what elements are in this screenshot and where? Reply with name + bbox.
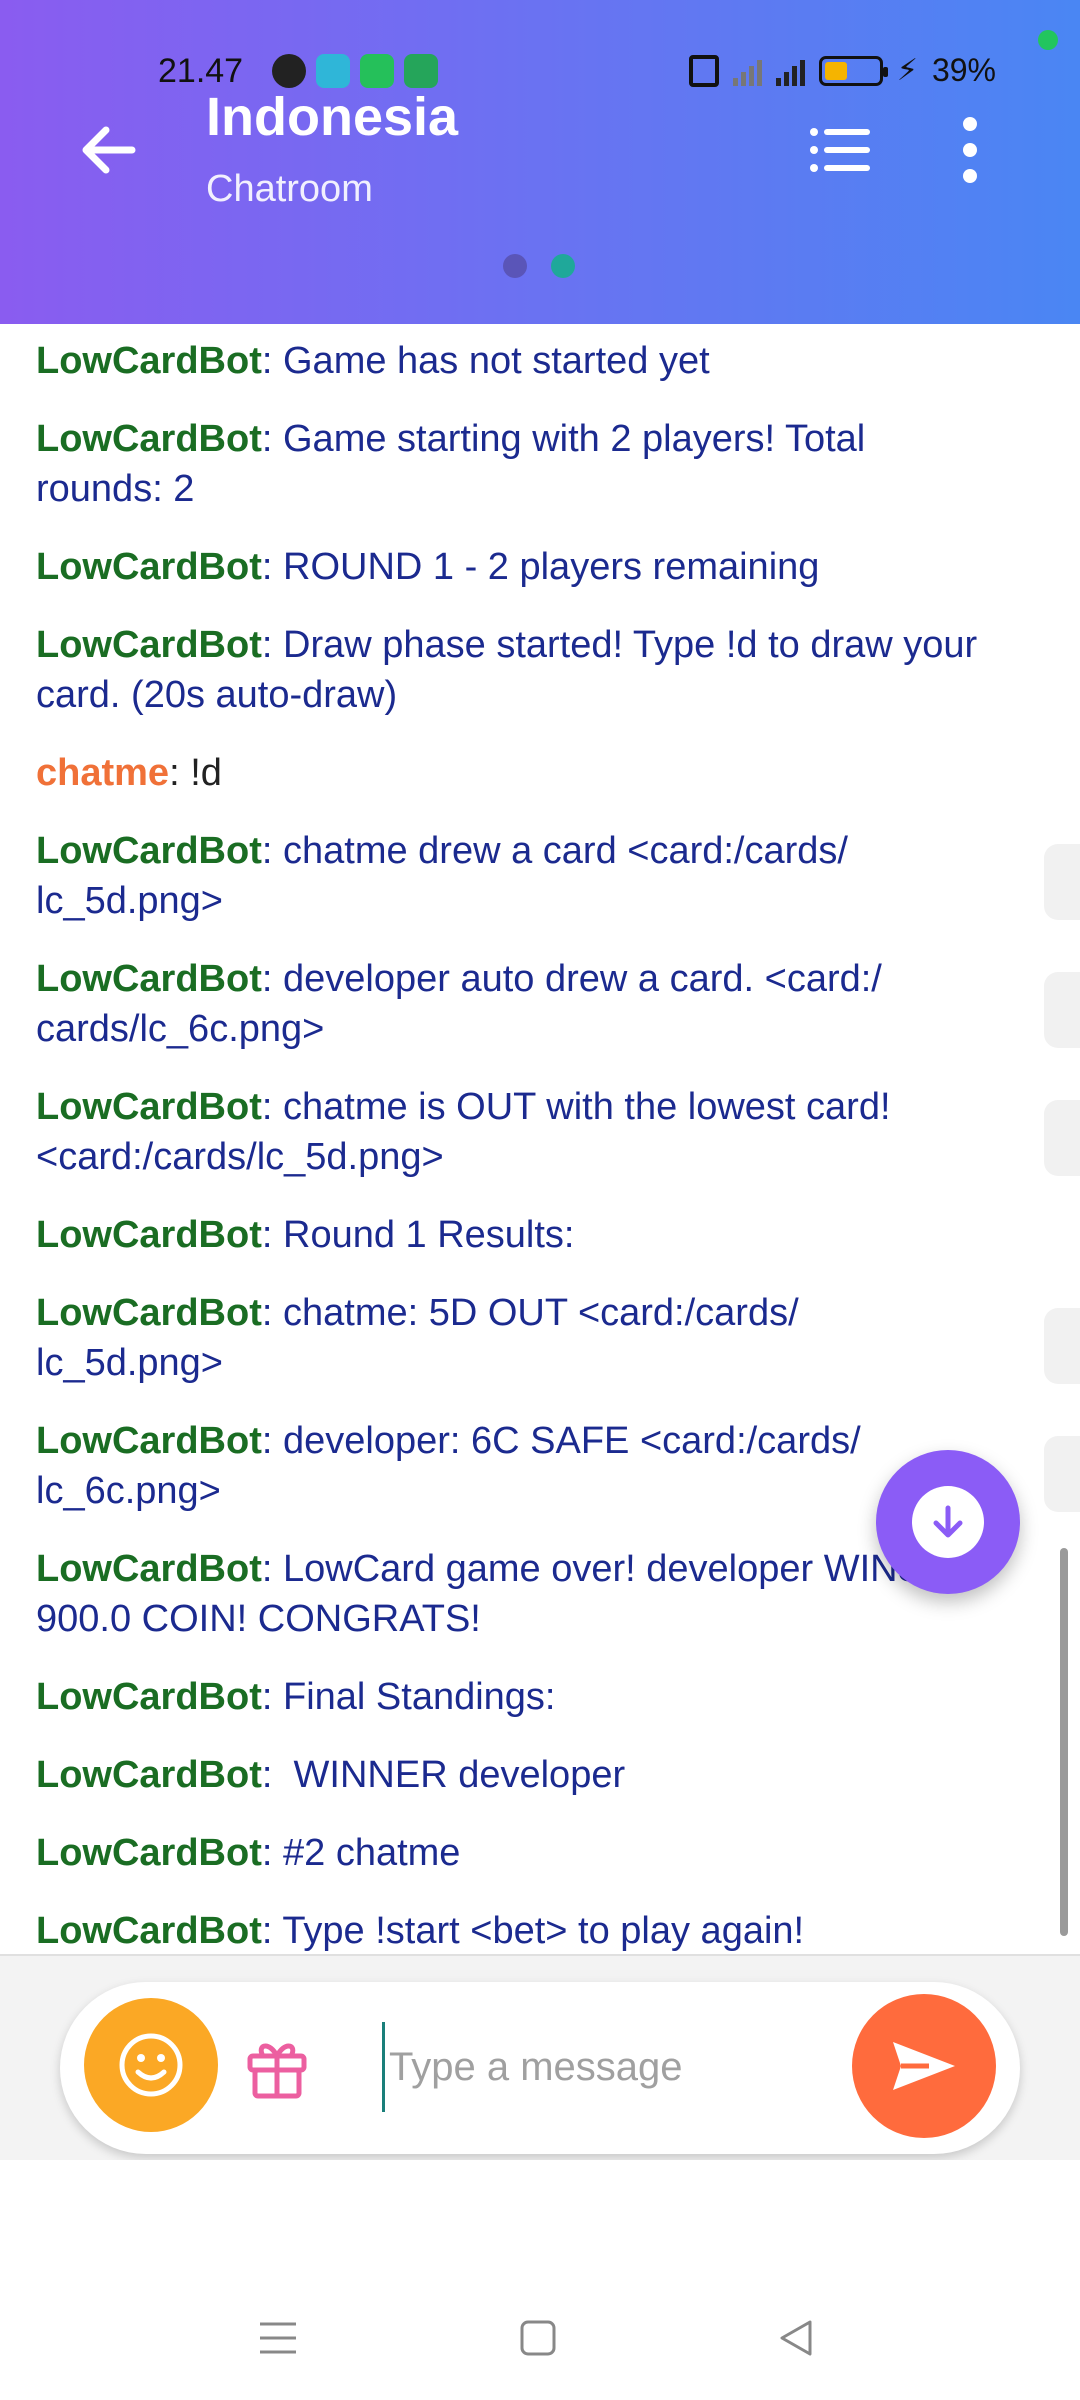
- message-username[interactable]: LowCardBot: [36, 1910, 262, 1952]
- message-item: LowCardBot: Type !start <bet> to play ag…: [36, 1910, 805, 1952]
- signal-4g-icon: [775, 56, 805, 86]
- message-username[interactable]: LowCardBot: [36, 1292, 262, 1334]
- message-username[interactable]: LowCardBot: [36, 624, 262, 666]
- signal-sim1-icon: [732, 56, 762, 86]
- back-arrow-icon: [82, 126, 136, 174]
- recents-button[interactable]: [248, 2308, 308, 2368]
- battery-percent: 39%: [931, 52, 996, 88]
- system-navigation-bar: [0, 2160, 1080, 2400]
- message-username[interactable]: LowCardBot: [36, 1676, 262, 1718]
- battery-icon: [818, 55, 888, 86]
- message-username[interactable]: LowCardBot: [36, 1754, 262, 1796]
- message-input[interactable]: [382, 2022, 842, 2112]
- message-item: chatme: !d: [36, 752, 222, 794]
- chat-header: 21.47 ⚡ 39% Indonesia Chatroom: [0, 0, 1080, 324]
- message-username[interactable]: LowCardBot: [36, 1214, 262, 1256]
- message-item: LowCardBot: LowCard game over! developer…: [36, 1548, 923, 1640]
- send-icon: [893, 2042, 955, 2090]
- scroll-to-bottom-button[interactable]: [876, 1450, 1020, 1594]
- home-square-icon: [520, 2320, 556, 2356]
- message-item: LowCardBot: Draw phase started! Type !d …: [36, 624, 978, 716]
- system-status-icons: ⚡ 39%: [688, 52, 996, 89]
- page-dot-2[interactable]: [551, 254, 575, 278]
- message-username[interactable]: LowCardBot: [36, 1420, 262, 1462]
- side-tab[interactable]: [1044, 1436, 1080, 1512]
- message-list[interactable]: LowCardBot: Game has not started yet Low…: [0, 324, 1080, 1954]
- nfc-icon: [688, 54, 719, 87]
- messenger-notification-icon: [272, 54, 306, 88]
- message-username[interactable]: LowCardBot: [36, 830, 262, 872]
- message-username[interactable]: LowCardBot: [36, 546, 262, 588]
- charging-icon: ⚡: [896, 54, 918, 87]
- message-text: Game has not started yet: [283, 340, 710, 382]
- message-item: LowCardBot: Final Standings:: [36, 1676, 556, 1718]
- back-triangle-icon: [780, 2320, 812, 2356]
- emoji-icon: [119, 2033, 183, 2097]
- back-button[interactable]: [70, 110, 150, 190]
- shield-notification-icon: [404, 54, 438, 88]
- notification-icons: [272, 54, 438, 88]
- message-item: LowCardBot: WINNER developer: [36, 1754, 626, 1796]
- message-text: WINNER developer: [283, 1754, 626, 1796]
- composer-area: [0, 1954, 1080, 2160]
- participants-list-button[interactable]: [800, 110, 880, 190]
- more-options-button[interactable]: [940, 110, 1000, 190]
- message-text: Round 1 Results:: [283, 1214, 575, 1256]
- app-notification-icon: [316, 54, 350, 88]
- message-item: LowCardBot: chatme is OUT with the lowes…: [36, 1086, 891, 1178]
- home-button[interactable]: [508, 2308, 568, 2368]
- side-tab[interactable]: [1044, 844, 1080, 920]
- page-subtitle: Chatroom: [206, 168, 373, 210]
- message-item: LowCardBot: #2 chatme: [36, 1832, 461, 1874]
- message-username[interactable]: LowCardBot: [36, 1832, 262, 1874]
- message-item: LowCardBot: Game starting with 2 players…: [36, 418, 866, 510]
- privacy-indicator-dot: [1038, 30, 1058, 50]
- message-item: LowCardBot: developer auto drew a card. …: [36, 958, 882, 1050]
- more-vertical-icon: [963, 117, 977, 183]
- status-bar: 21.47 ⚡ 39%: [0, 30, 1080, 98]
- message-text: Final Standings:: [283, 1676, 556, 1718]
- side-tab[interactable]: [1044, 1100, 1080, 1176]
- message-item: LowCardBot: ROUND 1 - 2 players remainin…: [36, 546, 820, 588]
- side-tab[interactable]: [1044, 1308, 1080, 1384]
- composer-bar: [60, 1982, 1020, 2154]
- message-item: LowCardBot: chatme: 5D OUT <card:/cards/…: [36, 1292, 799, 1384]
- page-indicator: [503, 254, 575, 278]
- message-username[interactable]: LowCardBot: [36, 958, 262, 1000]
- message-item: LowCardBot: developer: 6C SAFE <card:/ca…: [36, 1420, 861, 1512]
- page-title: Indonesia: [206, 87, 459, 147]
- message-text: Type !start <bet> to play again!: [282, 1910, 805, 1952]
- message-username[interactable]: LowCardBot: [36, 418, 262, 460]
- message-item: LowCardBot: Round 1 Results:: [36, 1214, 575, 1256]
- message-username[interactable]: chatme: [36, 752, 169, 794]
- list-icon: [810, 128, 870, 172]
- message-text: ROUND 1 - 2 players remaining: [283, 546, 820, 588]
- emoji-button[interactable]: [84, 1998, 218, 2132]
- whatsapp-notification-icon: [360, 54, 394, 88]
- gift-button[interactable]: [242, 2032, 312, 2102]
- scroll-to-bottom-circle: [912, 1486, 984, 1558]
- message-text: #2 chatme: [283, 1832, 461, 1874]
- message-scrollbar[interactable]: [1060, 1548, 1068, 1936]
- message-item: LowCardBot: chatme drew a card <card:/ca…: [36, 830, 848, 922]
- menu-icon: [260, 2322, 296, 2354]
- side-tab[interactable]: [1044, 972, 1080, 1048]
- message-item: LowCardBot: Game has not started yet: [36, 340, 710, 382]
- message-username[interactable]: LowCardBot: [36, 340, 262, 382]
- gift-icon: [247, 2043, 307, 2099]
- back-nav-button[interactable]: [766, 2308, 826, 2368]
- arrow-down-icon: [933, 1505, 963, 1538]
- message-username[interactable]: LowCardBot: [36, 1548, 262, 1590]
- send-button[interactable]: [852, 1994, 996, 2138]
- page-dot-1[interactable]: [503, 254, 527, 278]
- message-text: !d: [190, 752, 222, 794]
- message-username[interactable]: LowCardBot: [36, 1086, 262, 1128]
